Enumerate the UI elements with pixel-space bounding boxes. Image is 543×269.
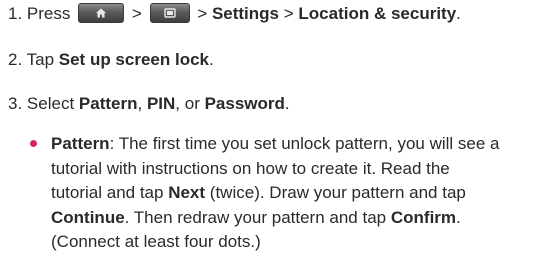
or-text: , or: [175, 94, 200, 113]
bullet-line-3: tutorial and tap Next (twice). Draw your…: [51, 181, 540, 206]
continue-label: Continue: [51, 207, 125, 227]
next-label: Next: [168, 183, 206, 202]
step-1: 1. Press > > Settings > Location & secur…: [8, 2, 461, 25]
period: .: [456, 4, 461, 23]
pattern-bullet: Pattern: The first time you set unlock p…: [30, 132, 540, 255]
separator: >: [131, 4, 142, 23]
bullet-line-2: tutorial with instructions on how to cre…: [51, 158, 450, 178]
bullet-line-1-text: : The first time you set unlock pattern,…: [109, 134, 500, 153]
home-key-button: [78, 2, 125, 23]
confirm-label: Confirm: [390, 207, 457, 227]
press-text: Press: [26, 4, 71, 23]
step-number: 1.: [8, 4, 23, 23]
step-number: 3.: [8, 94, 23, 113]
pattern-label: Pattern: [78, 94, 138, 113]
period: .: [456, 207, 461, 227]
tap-text: Tap: [26, 50, 55, 69]
menu-key-icon: [163, 7, 176, 18]
home-key-icon: [96, 8, 107, 18]
pin-label: PIN: [146, 94, 176, 113]
password-label: Password: [204, 94, 285, 113]
settings-label: Settings: [211, 4, 279, 23]
bullet-line-5: (Connect at least four dots.): [51, 232, 261, 251]
step-number: 2.: [8, 50, 23, 69]
bullet-text: Pattern: The first time you set unlock p…: [51, 132, 540, 255]
set-up-screen-lock-label: Set up screen lock: [58, 50, 209, 69]
period: .: [209, 50, 214, 69]
bullet-line-3-pre: tutorial and tap: [51, 183, 164, 202]
separator: >: [197, 4, 208, 23]
pattern-term: Pattern: [51, 134, 110, 153]
bullet-dot-icon: [30, 140, 37, 147]
bullet-line-1: Pattern: The first time you set unlock p…: [51, 132, 540, 157]
period: .: [284, 94, 290, 113]
bullet-line-4: Continue. Then redraw your pattern and t…: [51, 206, 540, 231]
bullet-line-3-post: (twice). Draw your pattern and tap: [209, 183, 466, 202]
separator: >: [283, 4, 294, 23]
select-text: Select: [26, 94, 75, 113]
step-3: 3. Select Pattern, PIN, or Password.: [8, 93, 290, 115]
location-security-label: Location & security: [298, 4, 457, 23]
bullet-line-4-mid: . Then redraw your pattern and tap: [124, 207, 387, 227]
comma: ,: [137, 94, 143, 113]
step-2: 2. Tap Set up screen lock.: [8, 49, 214, 71]
menu-key-button: [149, 2, 190, 23]
